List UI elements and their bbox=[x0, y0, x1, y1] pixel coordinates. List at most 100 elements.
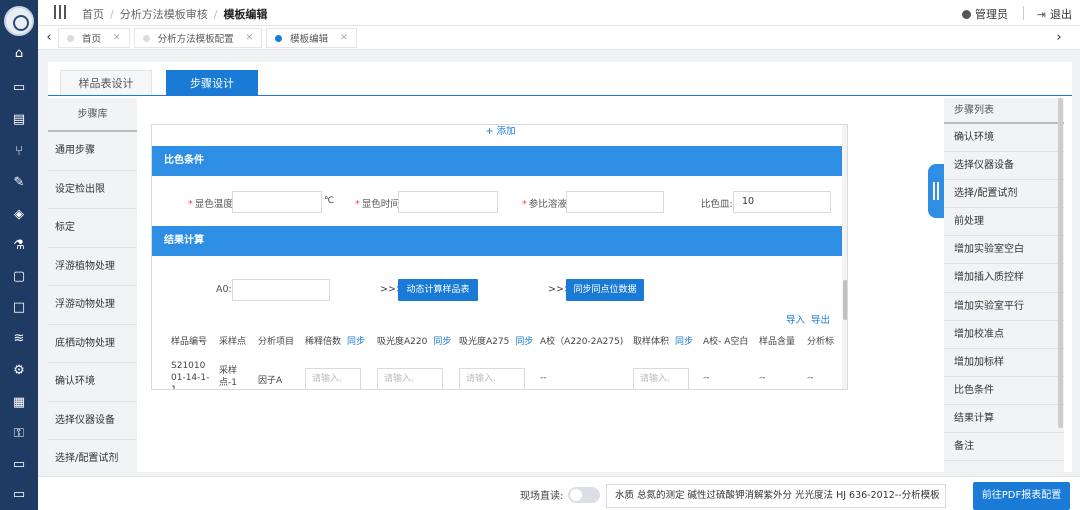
add-step-link[interactable]: + 添加 bbox=[152, 125, 847, 137]
step-list-toggle[interactable] bbox=[928, 164, 944, 218]
library-item[interactable]: 选择仪器设备 bbox=[48, 402, 137, 440]
a0-input[interactable] bbox=[232, 279, 330, 301]
left-nav-rail: ⌂ ▭ ▤ ⑂ ✎ ◈ ⚗ ▢ □ ≋ ⚙ ▦ ⚿ ▭ ▭ bbox=[0, 0, 38, 510]
tab-scroll-right-icon[interactable]: › bbox=[1052, 29, 1066, 47]
key-icon[interactable]: ⚿ bbox=[9, 424, 29, 444]
cuvette-label: 比色皿: bbox=[701, 199, 733, 210]
layers-icon[interactable]: ≋ bbox=[9, 329, 29, 349]
time-label: * 显色时间: bbox=[355, 199, 403, 210]
library-item[interactable]: 浮游植物处理 bbox=[48, 248, 137, 286]
cell-site: 采样点-1 bbox=[219, 366, 238, 388]
header-divider bbox=[1023, 6, 1024, 20]
sync-volume-link[interactable]: 同步 bbox=[675, 337, 693, 347]
tab-step-design[interactable]: 步骤设计 bbox=[166, 70, 258, 96]
document-icon[interactable]: ▤ bbox=[9, 110, 29, 130]
table-icon[interactable]: ▦ bbox=[9, 393, 29, 413]
close-icon[interactable]: ✕ bbox=[246, 33, 254, 43]
step-item[interactable]: 选择/配置试剂 bbox=[944, 180, 1064, 209]
library-item[interactable]: 确认环境 bbox=[48, 363, 137, 402]
pdf-report-button[interactable]: 前往PDF报表配置 bbox=[973, 482, 1070, 510]
main-panel: 样品表设计 步骤设计 步骤库 通用步骤 设定检出限 标定 浮游植物处理 浮游动物… bbox=[48, 62, 1072, 472]
step-item[interactable]: 增加插入质控样 bbox=[944, 264, 1064, 293]
library-item[interactable]: 通用步骤 bbox=[48, 132, 137, 171]
volume-input[interactable]: 请输入. bbox=[633, 368, 689, 389]
breadcrumb-review[interactable]: 分析方法模板审核 bbox=[120, 8, 208, 21]
user-menu[interactable]: 管理员 bbox=[962, 6, 1008, 22]
a0-label: A0: bbox=[216, 284, 232, 295]
org-logo bbox=[4, 6, 34, 36]
gear-icon[interactable]: ⚙ bbox=[9, 361, 29, 381]
step-item[interactable]: 比色条件 bbox=[944, 377, 1064, 405]
editor-scrollbar[interactable] bbox=[842, 125, 847, 389]
flask-icon[interactable]: ⚗ bbox=[9, 236, 29, 256]
step-item[interactable]: 增加加标样 bbox=[944, 349, 1064, 377]
a275-input[interactable]: 请输入. bbox=[459, 368, 525, 389]
library-item[interactable]: 底栖动物处理 bbox=[48, 325, 137, 363]
step-list-scrollbar[interactable] bbox=[1058, 98, 1063, 428]
step-item[interactable]: 前处理 bbox=[944, 208, 1064, 237]
tab-template-edit[interactable]: 模板编辑 ✕ bbox=[266, 28, 357, 48]
sync-a220-link[interactable]: 同步 bbox=[433, 337, 451, 347]
step-item[interactable]: 结果计算 bbox=[944, 405, 1064, 434]
branch-icon[interactable]: ⑂ bbox=[9, 142, 29, 162]
home-icon[interactable]: ⌂ bbox=[9, 44, 29, 64]
step-item[interactable]: 增加校准点 bbox=[944, 321, 1064, 349]
col-content: 样品含量 bbox=[759, 337, 796, 347]
col-item: 分析项目 bbox=[258, 337, 295, 347]
col-a275: 吸光度A275 同步 bbox=[459, 337, 534, 347]
library-item[interactable]: 标定 bbox=[48, 209, 137, 248]
breadcrumb-home[interactable]: 首页 bbox=[82, 8, 104, 21]
step-item[interactable]: 增加实验室平行 bbox=[944, 293, 1064, 321]
paint-bucket-icon[interactable]: ◈ bbox=[9, 205, 29, 225]
file-icon[interactable]: ▢ bbox=[9, 267, 29, 287]
step-item[interactable]: 备注 bbox=[944, 433, 1064, 462]
close-icon[interactable]: ✕ bbox=[113, 33, 121, 43]
logout-button[interactable]: ⇥ 退出 bbox=[1037, 6, 1072, 22]
col-sample-no: 样品编号 bbox=[171, 337, 208, 347]
design-tabs: 样品表设计 步骤设计 bbox=[60, 70, 272, 96]
cell-a-corrected: -- bbox=[540, 373, 547, 383]
close-icon[interactable]: ✕ bbox=[340, 33, 348, 43]
cuvette-input[interactable]: 10 bbox=[733, 191, 831, 213]
library-item[interactable]: 设定检出限 bbox=[48, 171, 137, 209]
tab-label: 首页 bbox=[82, 34, 102, 45]
step-item[interactable]: 增加实验室空白 bbox=[944, 236, 1064, 265]
sync-a275-link[interactable]: 同步 bbox=[515, 337, 533, 347]
col-a-minus-blank: A校- A空白 bbox=[703, 337, 749, 347]
export-link[interactable]: 导出 bbox=[811, 312, 830, 326]
tab-home[interactable]: 首页 ✕ bbox=[58, 28, 130, 48]
tab-sample-table-design[interactable]: 样品表设计 bbox=[60, 70, 152, 96]
sync-dilution-link[interactable]: 同步 bbox=[347, 337, 365, 347]
file-outline-icon[interactable]: □ bbox=[9, 298, 29, 318]
temp-input[interactable] bbox=[232, 191, 322, 213]
col-site: 采样点 bbox=[219, 337, 247, 347]
step-item[interactable]: 选择仪器设备 bbox=[944, 152, 1064, 181]
import-link[interactable]: 导入 bbox=[786, 312, 805, 326]
sync-same-site-button[interactable]: 同步同点位数据 bbox=[566, 279, 644, 301]
menu-toggle-icon[interactable] bbox=[54, 5, 68, 19]
folder-3-icon[interactable]: ▭ bbox=[9, 485, 29, 505]
cell-content: -- bbox=[759, 373, 766, 383]
col-analysis-std: 分析标 bbox=[807, 337, 835, 347]
logout-label: 退出 bbox=[1050, 8, 1072, 21]
time-input[interactable] bbox=[398, 191, 498, 213]
dropper-icon[interactable]: ✎ bbox=[9, 173, 29, 193]
library-item[interactable]: 选择/配置试剂 bbox=[48, 440, 137, 472]
method-name-field[interactable]: 水质 总氮的测定 碱性过硫酸钾消解紫外分 光光度法 HJ 636-2012--分… bbox=[606, 484, 946, 508]
folder-2-icon[interactable]: ▭ bbox=[9, 455, 29, 475]
step-item[interactable]: 确认环境 bbox=[944, 124, 1064, 153]
dynamic-calc-button[interactable]: 动态计算样品表 bbox=[398, 279, 478, 301]
cell-item: 因子A bbox=[258, 376, 283, 386]
a220-input[interactable]: 请输入. bbox=[377, 368, 443, 389]
dilution-input[interactable]: 请输入. bbox=[305, 368, 361, 389]
user-icon bbox=[962, 10, 971, 19]
ref-solution-input[interactable] bbox=[566, 191, 664, 213]
library-item[interactable]: 浮游动物处理 bbox=[48, 286, 137, 325]
site-reading-switch[interactable] bbox=[568, 487, 600, 503]
tab-underline bbox=[48, 95, 1072, 96]
tab-method-config[interactable]: 分析方法模板配置 ✕ bbox=[133, 28, 263, 48]
col-sample-volume: 取样体积 同步 bbox=[633, 337, 694, 347]
user-name: 管理员 bbox=[975, 8, 1008, 21]
tab-scroll-left-icon[interactable]: ‹ bbox=[42, 29, 56, 47]
folder-icon[interactable]: ▭ bbox=[9, 78, 29, 98]
